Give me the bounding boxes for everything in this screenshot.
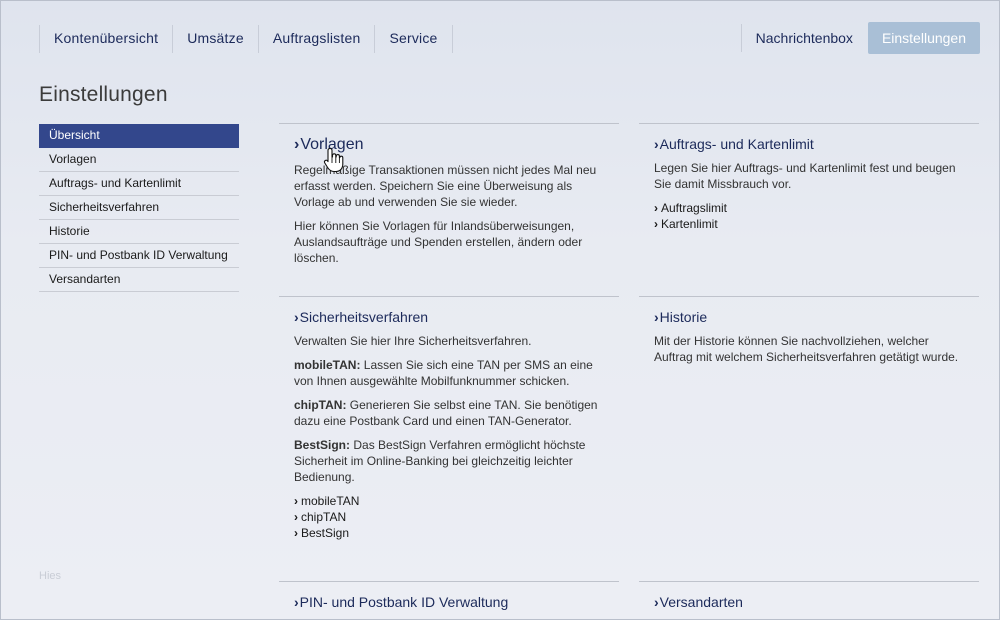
link-chiptan[interactable]: › chipTAN — [294, 509, 604, 525]
page-title: Einstellungen — [39, 83, 168, 106]
sidebar-item-limit[interactable]: Auftrags- und Kartenlimit — [39, 172, 239, 196]
sidebar-item-uebersicht[interactable]: Übersicht — [39, 124, 239, 148]
bestsign-description: BestSign: Das BestSign Verfahren ermögli… — [294, 438, 586, 484]
panel-sicherheit-text: Verwalten Sie hier Ihre Sicherheitsverfa… — [294, 334, 532, 348]
nav-kontenuebersicht[interactable]: Kontenübersicht — [39, 25, 172, 53]
sidebar-item-sicherheitsverfahren[interactable]: Sicherheitsverfahren — [39, 196, 239, 220]
sidebar-item-versandarten[interactable]: Versandarten — [39, 268, 239, 292]
panel-limit: ›Auftrags- und Kartenlimit Legen Sie hie… — [639, 123, 979, 295]
mobiletan-description: mobileTAN: Lassen Sie sich eine TAN per … — [294, 358, 593, 388]
panel-historie: ›Historie Mit der Historie können Sie na… — [639, 296, 979, 581]
link-auftragslimit[interactable]: › Auftragslimit — [654, 200, 964, 216]
link-kartenlimit[interactable]: › Kartenlimit — [654, 216, 964, 232]
sidebar-item-pin-verwaltung[interactable]: PIN- und Postbank ID Verwaltung — [39, 244, 239, 268]
nav-nachrichtenbox[interactable]: Nachrichtenbox — [740, 24, 867, 52]
faint-text: Hies — [39, 570, 62, 582]
panel-limit-heading[interactable]: ›Auftrags- und Kartenlimit — [654, 136, 964, 152]
secondary-nav: Nachrichtenbox Einstellungen — [740, 22, 980, 54]
main-nav: Kontenübersicht Umsätze Auftragslisten S… — [39, 25, 453, 53]
panel-pin-verwaltung: ›PIN- und Postbank ID Verwaltung — [279, 581, 619, 620]
nav-einstellungen[interactable]: Einstellungen — [867, 22, 980, 54]
panel-historie-heading[interactable]: ›Historie — [654, 309, 964, 325]
sidebar-item-vorlagen[interactable]: Vorlagen — [39, 148, 239, 172]
nav-service[interactable]: Service — [374, 25, 453, 53]
chiptan-description: chipTAN: Generieren Sie selbst eine TAN.… — [294, 398, 598, 428]
hand-cursor-icon — [323, 147, 344, 173]
panel-versand-heading[interactable]: ›Versandarten — [654, 594, 964, 610]
panel-limit-text: Legen Sie hier Auftrags- und Kartenlimit… — [654, 161, 956, 191]
link-bestsign[interactable]: › BestSign — [294, 525, 604, 541]
panel-vorlagen-text-2: Hier können Sie Vorlagen für Inlandsüber… — [294, 219, 583, 265]
top-navigation: Kontenübersicht Umsätze Auftragslisten S… — [1, 1, 1000, 69]
panel-sicherheitsverfahren: ›Sicherheitsverfahren Verwalten Sie hier… — [279, 296, 619, 581]
panel-versandarten: ›Versandarten — [639, 581, 979, 620]
nav-auftragslisten[interactable]: Auftragslisten — [257, 25, 375, 53]
link-mobiletan[interactable]: › mobileTAN — [294, 493, 604, 509]
panel-pin-heading[interactable]: ›PIN- und Postbank ID Verwaltung — [294, 594, 604, 610]
nav-umsaetze[interactable]: Umsätze — [172, 25, 258, 53]
panel-historie-text: Mit der Historie können Sie nachvollzieh… — [654, 334, 959, 364]
sidebar-item-historie[interactable]: Historie — [39, 220, 239, 244]
sidebar: Übersicht Vorlagen Auftrags- und Kartenl… — [39, 124, 239, 292]
panel-sicherheit-heading[interactable]: ›Sicherheitsverfahren — [294, 309, 604, 325]
